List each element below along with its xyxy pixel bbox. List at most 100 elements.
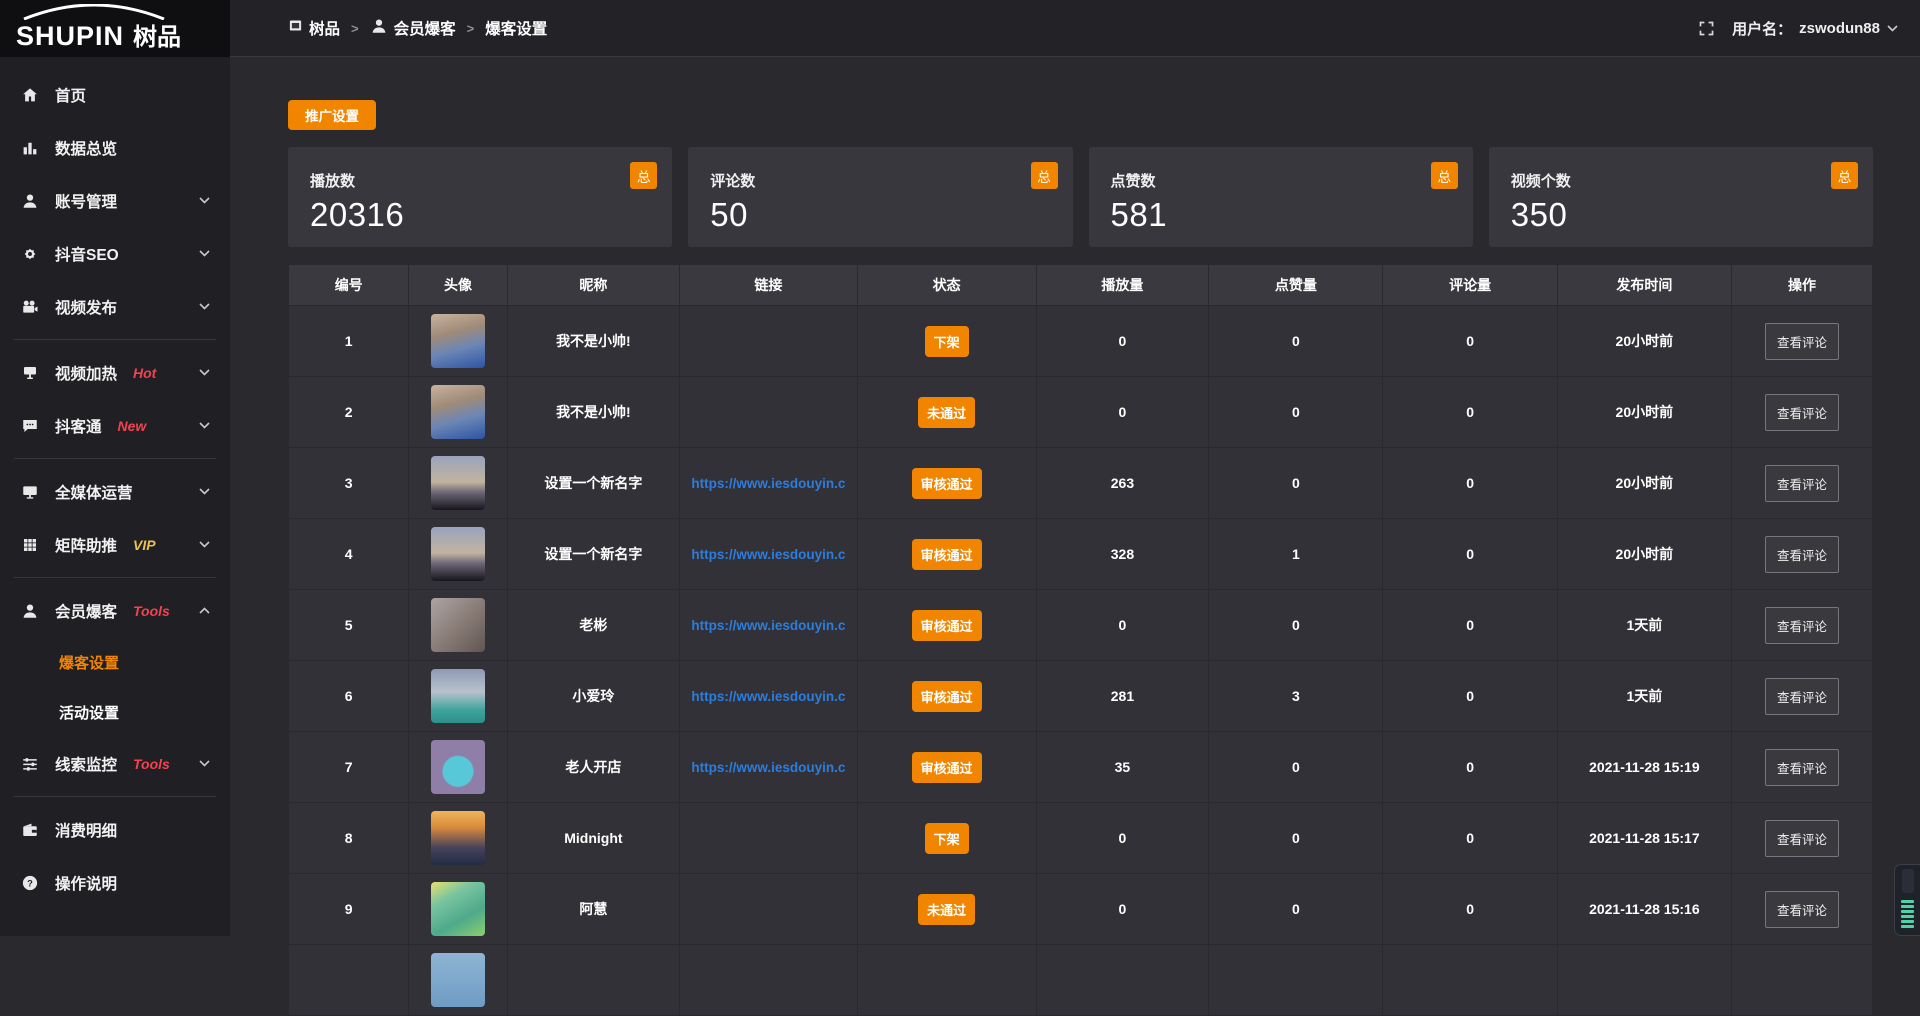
video-link[interactable]: https://www.iesdouyin.c bbox=[691, 476, 845, 491]
cell-id bbox=[289, 945, 409, 1016]
view-comments-button[interactable]: 查看评论 bbox=[1765, 607, 1839, 644]
view-comments-button[interactable]: 查看评论 bbox=[1765, 465, 1839, 502]
cell-status: 审核通过 bbox=[857, 519, 1036, 590]
cell-actions: 查看评论 bbox=[1731, 448, 1872, 519]
cell-id: 8 bbox=[289, 803, 409, 874]
sidebar-item-douyin-seo[interactable]: 抖音SEO bbox=[0, 227, 230, 280]
breadcrumb-item[interactable]: 树品 bbox=[288, 17, 340, 39]
brand-logo[interactable]: SHUPIN 树品 bbox=[0, 0, 230, 57]
sidebar-item-douketong[interactable]: 抖客通New bbox=[0, 399, 230, 452]
cell-link: https://www.iesdouyin.c bbox=[680, 448, 857, 519]
view-comments-button[interactable]: 查看评论 bbox=[1765, 891, 1839, 928]
view-comments-button[interactable]: 查看评论 bbox=[1765, 323, 1839, 360]
cell-nickname bbox=[507, 945, 680, 1016]
cell-plays: 35 bbox=[1036, 732, 1209, 803]
view-comments-button[interactable]: 查看评论 bbox=[1765, 536, 1839, 573]
video-link[interactable]: https://www.iesdouyin.c bbox=[691, 689, 845, 704]
sidebar-subitem-activity-settings[interactable]: 活动设置 bbox=[0, 687, 230, 737]
breadcrumb-item[interactable]: 会员爆客 bbox=[370, 17, 456, 40]
cell-status: 下架 bbox=[857, 306, 1036, 377]
cell-avatar bbox=[409, 874, 507, 945]
sidebar-item-home[interactable]: 首页 bbox=[0, 68, 230, 121]
topbar: 树品>会员爆客>爆客设置 用户名：zswodun88 bbox=[230, 0, 1920, 57]
user-menu[interactable]: 用户名：zswodun88 bbox=[1732, 18, 1898, 39]
view-comments-button[interactable]: 查看评论 bbox=[1765, 678, 1839, 715]
view-comments-button[interactable]: 查看评论 bbox=[1765, 394, 1839, 431]
sidebar-item-label: 会员爆客 bbox=[55, 600, 117, 622]
sidebar-item-member-baoke[interactable]: 会员爆客Tools bbox=[0, 584, 230, 637]
cell-publish-time: 20小时前 bbox=[1557, 377, 1731, 448]
main-content: 推广设置 播放数20316总评论数50总点赞数581总视频个数350总 编号头像… bbox=[230, 57, 1920, 936]
sidebar-item-label: 消费明细 bbox=[55, 819, 117, 841]
cell-avatar bbox=[409, 732, 507, 803]
video-link[interactable]: https://www.iesdouyin.c bbox=[691, 618, 845, 633]
cell-likes: 3 bbox=[1209, 661, 1383, 732]
stat-card: 评论数50总 bbox=[688, 147, 1072, 247]
breadcrumb-item[interactable]: 爆客设置 bbox=[485, 17, 547, 39]
fullscreen-icon[interactable] bbox=[1696, 18, 1717, 39]
avatar bbox=[431, 385, 485, 439]
sidebar-item-consume-detail[interactable]: 消费明细 bbox=[0, 803, 230, 856]
chevron-down-icon bbox=[199, 197, 210, 204]
chevron-down-icon bbox=[199, 488, 210, 495]
cell-avatar bbox=[409, 377, 507, 448]
promo-settings-button[interactable]: 推广设置 bbox=[288, 100, 376, 130]
sidebar-item-label: 操作说明 bbox=[55, 872, 117, 894]
cell-nickname: 我不是小帅! bbox=[507, 306, 680, 377]
cell-publish-time: 2021-11-28 15:16 bbox=[1557, 874, 1731, 945]
cell-nickname: 阿慧 bbox=[507, 874, 680, 945]
sidebar-item-operation-guide[interactable]: ?操作说明 bbox=[0, 856, 230, 909]
column-header: 昵称 bbox=[507, 265, 680, 306]
cell-comments: 0 bbox=[1383, 590, 1557, 661]
video-link[interactable]: https://www.iesdouyin.c bbox=[691, 547, 845, 562]
cell-publish-time: 2021-11-28 15:17 bbox=[1557, 803, 1731, 874]
cell-likes: 0 bbox=[1209, 377, 1383, 448]
sidebar-item-clue-monitor[interactable]: 线索监控Tools bbox=[0, 737, 230, 790]
status-badge: 未通过 bbox=[918, 894, 975, 925]
cell-avatar bbox=[409, 590, 507, 661]
floating-equalizer-widget[interactable] bbox=[1894, 864, 1920, 936]
cell-link: https://www.iesdouyin.c bbox=[680, 661, 857, 732]
cell-comments: 0 bbox=[1383, 803, 1557, 874]
chevron-up-icon bbox=[199, 607, 210, 614]
cell-id: 5 bbox=[289, 590, 409, 661]
view-comments-button[interactable]: 查看评论 bbox=[1765, 820, 1839, 857]
video-link[interactable]: https://www.iesdouyin.c bbox=[691, 760, 845, 775]
cell-actions: 查看评论 bbox=[1731, 874, 1872, 945]
sidebar-divider bbox=[14, 796, 216, 797]
stat-label: 评论数 bbox=[710, 170, 1072, 191]
cell-nickname: 老人开店 bbox=[507, 732, 680, 803]
cell-status bbox=[857, 945, 1036, 1016]
status-badge: 审核通过 bbox=[912, 610, 982, 641]
view-comments-button[interactable]: 查看评论 bbox=[1765, 749, 1839, 786]
cell-status: 下架 bbox=[857, 803, 1036, 874]
sidebar-item-label: 数据总览 bbox=[55, 137, 117, 159]
cell-avatar bbox=[409, 945, 507, 1016]
cell-link: https://www.iesdouyin.c bbox=[680, 732, 857, 803]
sidebar-subitem-baoke-settings[interactable]: 爆客设置 bbox=[0, 637, 230, 687]
cell-nickname: 设置一个新名字 bbox=[507, 448, 680, 519]
sidebar-item-account-manage[interactable]: 账号管理 bbox=[0, 174, 230, 227]
sidebar-item-matrix-boost[interactable]: 矩阵助推VIP bbox=[0, 518, 230, 571]
chevron-down-icon bbox=[199, 369, 210, 376]
cell-link bbox=[680, 306, 857, 377]
sidebar-item-video-publish[interactable]: 视频发布 bbox=[0, 280, 230, 333]
stat-label: 播放数 bbox=[310, 170, 672, 191]
sidebar-item-data-overview[interactable]: 数据总览 bbox=[0, 121, 230, 174]
avatar bbox=[431, 527, 485, 581]
cell-likes bbox=[1209, 945, 1383, 1016]
cell-plays: 281 bbox=[1036, 661, 1209, 732]
cell-comments bbox=[1383, 945, 1557, 1016]
cell-id: 6 bbox=[289, 661, 409, 732]
sidebar-item-video-heat[interactable]: 视频加热Hot bbox=[0, 346, 230, 399]
cell-status: 审核通过 bbox=[857, 448, 1036, 519]
cell-link: https://www.iesdouyin.c bbox=[680, 519, 857, 590]
sidebar-divider bbox=[14, 577, 216, 578]
cell-plays: 328 bbox=[1036, 519, 1209, 590]
sidebar-item-label: 首页 bbox=[55, 84, 86, 106]
sidebar-item-media-operation[interactable]: 全媒体运营 bbox=[0, 465, 230, 518]
cell-nickname: 设置一个新名字 bbox=[507, 519, 680, 590]
column-header: 评论量 bbox=[1383, 265, 1557, 306]
avatar bbox=[431, 456, 485, 510]
stat-label: 点赞数 bbox=[1111, 170, 1473, 191]
